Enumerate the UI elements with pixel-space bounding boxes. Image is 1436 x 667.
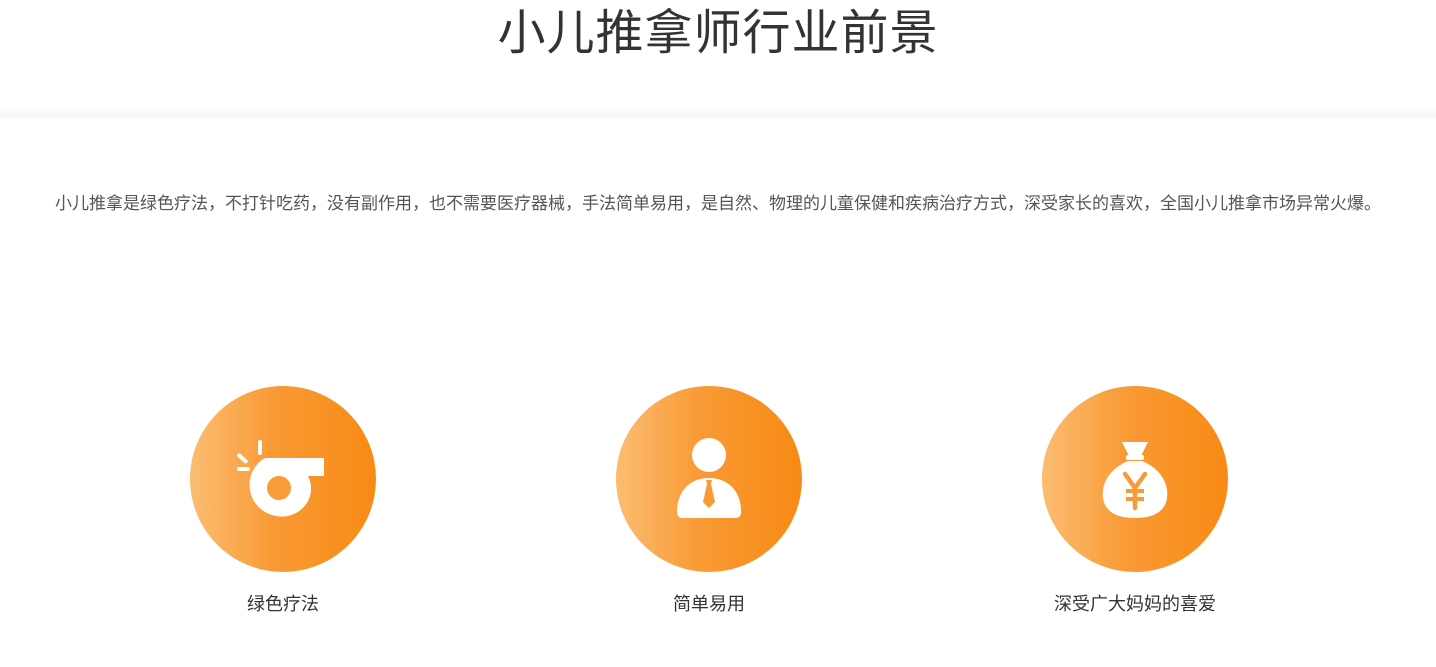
feature-label: 绿色疗法 (247, 594, 319, 615)
feature-label: 简单易用 (673, 594, 745, 615)
person-icon (669, 434, 749, 524)
page: 小儿推拿师行业前景 小儿推拿是绿色疗法，不打针吃药，没有副作用，也不需要医疗器械… (0, 0, 1436, 667)
feature-circle (1042, 386, 1228, 572)
feature-label: 深受广大妈妈的喜爱 (1054, 594, 1216, 615)
header: 小儿推拿师行业前景 (0, 0, 1436, 118)
header-divider (0, 108, 1436, 122)
feature-circle (190, 386, 376, 572)
feature-item-loved-by-mothers: 深受广大妈妈的喜爱 (1005, 386, 1265, 617)
feature-item-easy-to-use: 简单易用 (579, 386, 839, 617)
feature-circle (616, 386, 802, 572)
features-section: 绿色疗法 简单易用 深受广大妈妈的喜爱 (0, 386, 1436, 626)
money-bag-icon (1095, 434, 1175, 524)
feature-item-green-therapy: 绿色疗法 (153, 386, 413, 617)
whistle-icon (228, 434, 338, 524)
page-title: 小儿推拿师行业前景 (497, 5, 939, 61)
intro-paragraph: 小儿推拿是绿色疗法，不打针吃药，没有副作用，也不需要医疗器械，手法简单易用，是自… (55, 194, 1381, 214)
